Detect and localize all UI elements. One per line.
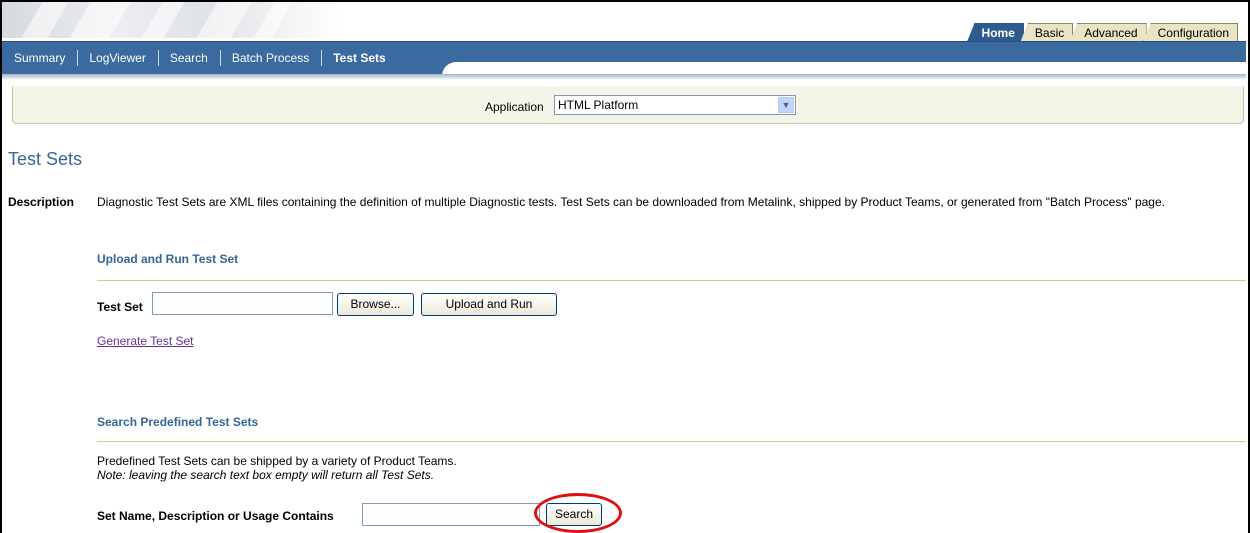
nav-tab-summary[interactable]: Summary [2, 48, 77, 68]
nav-tab-test-sets[interactable]: Test Sets [321, 48, 397, 68]
application-bar: Application HTML Platform ▼ [12, 86, 1244, 124]
global-tab-configuration[interactable]: Configuration [1142, 23, 1238, 43]
global-tab-advanced[interactable]: Advanced [1069, 23, 1147, 43]
nav-tabs: Summary LogViewer Search Batch Process T… [2, 41, 398, 74]
page-title: Test Sets [8, 149, 83, 169]
upload-section-divider [97, 280, 1246, 281]
test-set-file-input[interactable] [152, 292, 333, 315]
nav-tab-logviewer[interactable]: LogViewer [77, 48, 157, 68]
highlight-circle-annotation [534, 493, 622, 533]
search-note-text: Note: leaving the search text box empty … [97, 468, 435, 482]
upload-section-heading: Upload and Run Test Set [97, 252, 239, 266]
description-text: Diagnostic Test Sets are XML files conta… [97, 195, 1165, 209]
application-label: Application [485, 100, 544, 114]
nav-bar: Summary LogViewer Search Batch Process T… [2, 41, 1246, 83]
brand-logo [2, 2, 342, 38]
upload-and-run-button[interactable]: Upload and Run [421, 293, 557, 316]
search-section-divider [97, 441, 1246, 442]
search-text-input[interactable] [362, 503, 540, 526]
global-tab-basic[interactable]: Basic [1019, 23, 1074, 43]
nav-tab-batch-process[interactable]: Batch Process [219, 48, 321, 68]
search-field-label: Set Name, Description or Usage Contains [97, 509, 334, 523]
description-label: Description [8, 195, 75, 209]
generate-test-set-link[interactable]: Generate Test Set [97, 334, 194, 348]
branding-strip: Home Basic Advanced Configuration [2, 2, 1246, 43]
chevron-down-icon[interactable]: ▼ [778, 97, 794, 113]
global-tab-home[interactable]: Home [966, 23, 1024, 43]
nav-bar-shadow [2, 74, 1246, 80]
search-section-heading: Search Predefined Test Sets [97, 415, 259, 429]
global-tabs: Home Basic Advanced Configuration [966, 22, 1238, 43]
search-info-text: Predefined Test Sets can be shipped by a… [97, 454, 457, 468]
application-select[interactable]: HTML Platform ▼ [554, 95, 796, 115]
application-selected-value: HTML Platform [558, 98, 639, 112]
test-set-label: Test Set [97, 300, 143, 314]
nav-tab-search[interactable]: Search [157, 48, 220, 68]
browse-button[interactable]: Browse... [337, 293, 414, 316]
